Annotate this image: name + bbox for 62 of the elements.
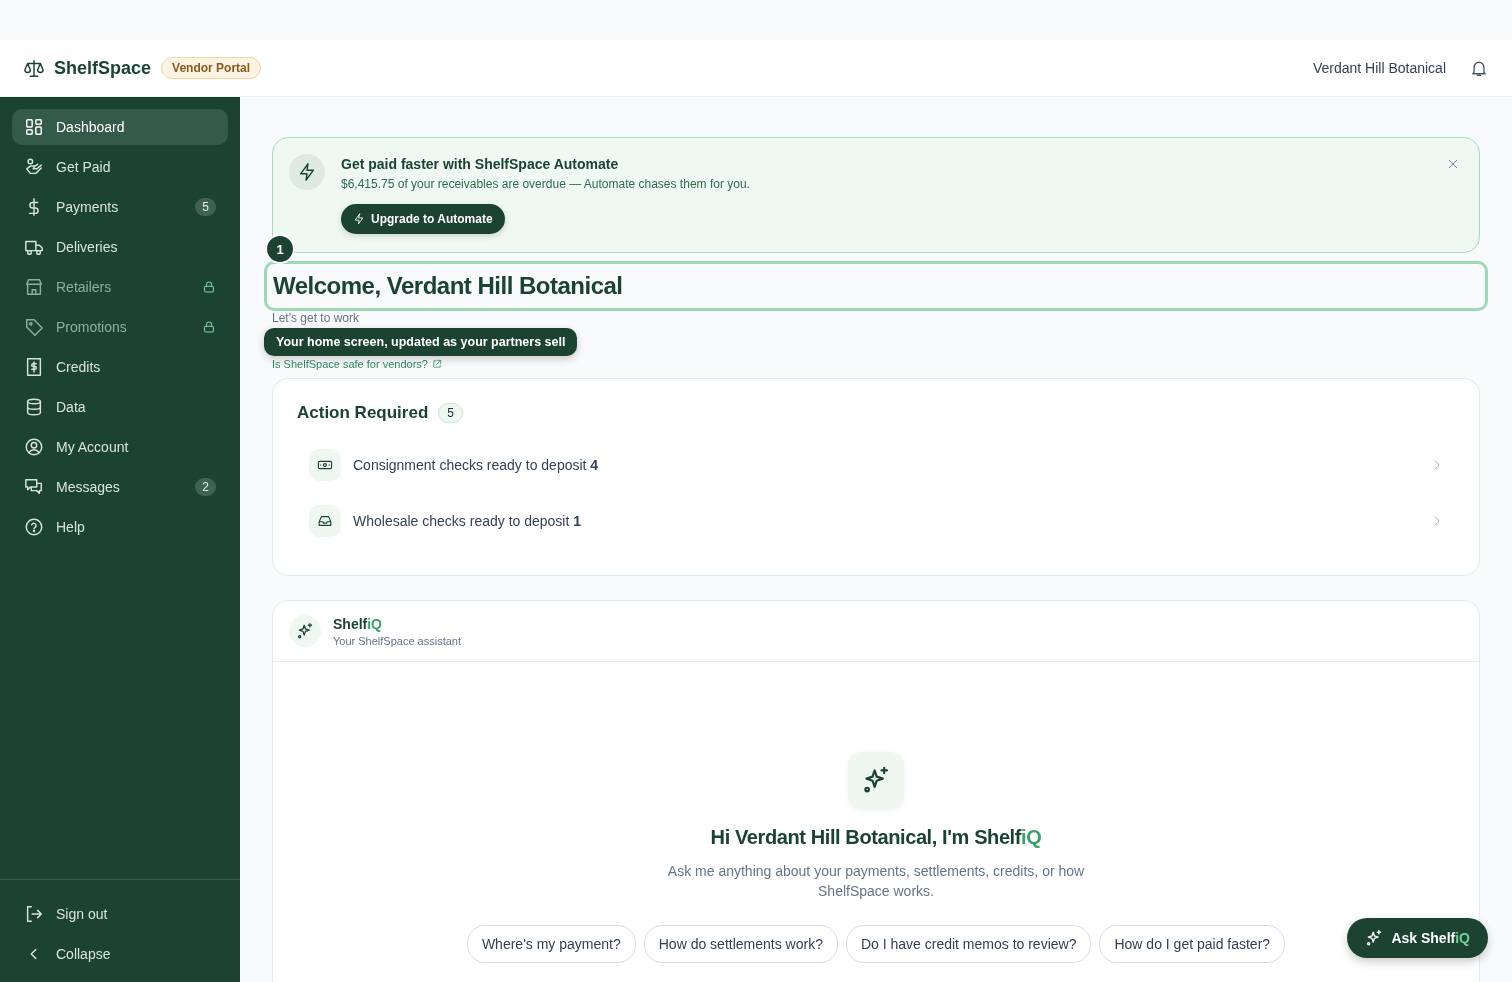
- sidebar-item[interactable]: Get Paid: [12, 149, 228, 185]
- sparkle-icon: [848, 752, 904, 808]
- sparkle-icon: [289, 615, 321, 647]
- help-icon: [24, 517, 44, 537]
- inbox-icon: [309, 505, 341, 537]
- portal-badge: Vendor Portal: [161, 57, 262, 79]
- sidebar-item[interactable]: Help: [12, 509, 228, 545]
- count-badge: 2: [195, 478, 216, 496]
- welcome-title: Welcome, Verdant Hill Botanical: [273, 272, 623, 300]
- sidebar-item[interactable]: Sign out: [12, 896, 228, 932]
- sidebar-item[interactable]: Retailers: [12, 269, 228, 305]
- sparkle-icon: [1365, 929, 1384, 947]
- receipt-icon: [24, 357, 44, 377]
- suggestion-chip[interactable]: Where's my payment?: [466, 925, 636, 963]
- assistant-greeting: Hi Verdant Hill Botanical, I'm ShelfiQ: [710, 826, 1042, 849]
- brand-name[interactable]: ShelfSpace: [54, 57, 152, 79]
- ask-assistant-button[interactable]: Ask ShelfiQ: [1347, 918, 1488, 958]
- store-icon: [24, 277, 44, 297]
- lightning-icon: [353, 213, 365, 225]
- external-link-icon: [431, 359, 442, 369]
- upgrade-button[interactable]: Upgrade to Automate: [341, 204, 505, 234]
- sidebar-item[interactable]: Dashboard: [12, 109, 228, 145]
- suggestion-chip[interactable]: How do I get paid faster?: [1099, 925, 1286, 963]
- count-badge: 5: [438, 403, 463, 423]
- grid-icon: [24, 117, 44, 137]
- close-icon[interactable]: [1447, 158, 1459, 170]
- sidebar-item[interactable]: Promotions: [12, 309, 228, 345]
- action-item[interactable]: Consignment checks ready to deposit 4: [297, 437, 1455, 493]
- tag-icon: [24, 317, 44, 337]
- suggestion-chip[interactable]: How do settlements work?: [643, 925, 838, 963]
- assistant-subtitle: Your ShelfSpace assistant: [333, 634, 461, 647]
- card-title: Action Required: [297, 403, 429, 423]
- scale-logo-icon: [24, 58, 44, 78]
- sidebar-item[interactable]: My Account: [12, 429, 228, 465]
- chat-icon: [24, 477, 44, 497]
- welcome-subtitle: Let's get to work: [272, 311, 360, 325]
- tour-tooltip: Your home screen, updated as your partners sell: [264, 328, 578, 356]
- user-icon: [24, 437, 44, 457]
- tour-step-badge: 1: [265, 234, 295, 264]
- sidebar-item[interactable]: Deliveries: [12, 229, 228, 265]
- lock-icon: [202, 280, 216, 294]
- assistant-intro: Ask me anything about your payments, settlements, credits, or how ShelfSpace works.: [666, 862, 1086, 901]
- sidebar-item[interactable]: Payments 5: [12, 189, 228, 225]
- assistant-name: ShelfiQ: [333, 615, 383, 632]
- sidebar-item[interactable]: Data: [12, 389, 228, 425]
- hand-icon: [24, 157, 44, 177]
- suggestion-chip[interactable]: Do I have credit memos to review?: [845, 925, 1092, 963]
- account-name[interactable]: Verdant Hill Botanical: [1312, 60, 1446, 76]
- action-item[interactable]: Wholesale checks ready to deposit 1: [297, 493, 1455, 549]
- notification-bell-icon[interactable]: [1470, 59, 1488, 77]
- sign-out-icon: [24, 904, 44, 924]
- lightning-icon: [289, 154, 325, 190]
- banner-text: $6,415.75 of your receivables are overdue — Automate chases them for you.: [341, 177, 750, 191]
- lock-icon: [202, 320, 216, 334]
- sidebar-item[interactable]: Credits: [12, 349, 228, 385]
- count-badge: 5: [195, 198, 216, 216]
- safety-link[interactable]: Is ShelfSpace safe for vendors?: [272, 358, 442, 370]
- cash-icon: [309, 449, 341, 481]
- sidebar-item[interactable]: Collapse: [12, 936, 228, 972]
- database-icon: [24, 397, 44, 417]
- sidebar-item[interactable]: Messages 2: [12, 469, 228, 505]
- banner-title: Get paid faster with ShelfSpace Automate: [341, 156, 620, 172]
